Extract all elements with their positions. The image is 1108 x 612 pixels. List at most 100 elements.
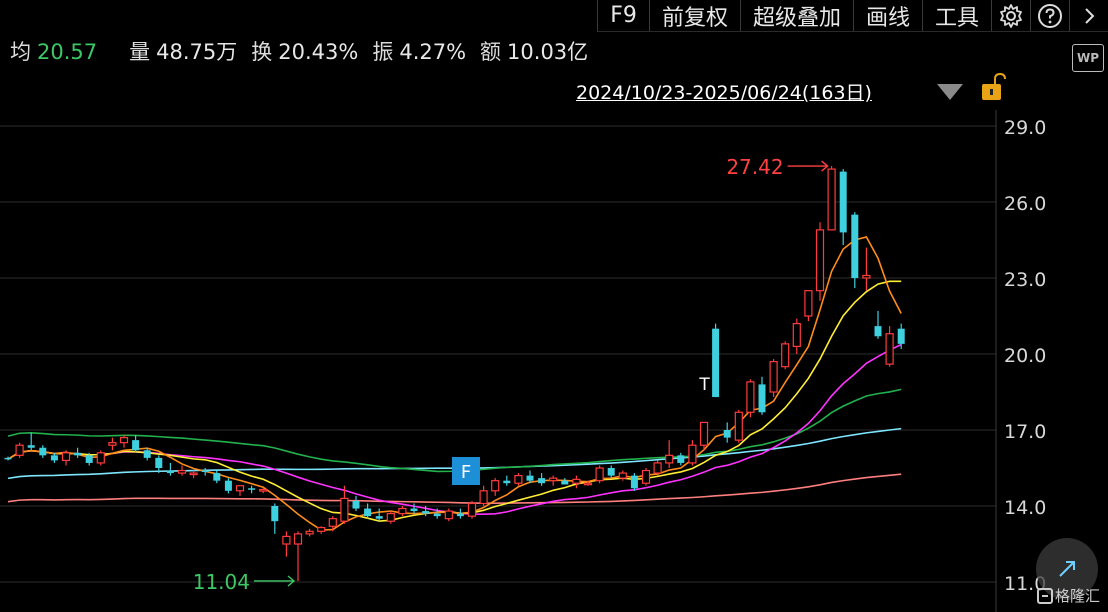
- candle-body: [375, 516, 383, 519]
- candle-body: [108, 442, 117, 446]
- candle: [839, 169, 847, 246]
- expand-icon: [1059, 561, 1075, 577]
- candle: [804, 290, 813, 322]
- candle-body: [503, 480, 511, 484]
- y-tick-label: 26.0: [1004, 193, 1046, 215]
- candle-body: [189, 472, 198, 476]
- candle-body: [653, 462, 662, 474]
- candles: [4, 166, 905, 581]
- candle-body: [723, 430, 731, 438]
- candle: [27, 432, 35, 451]
- ma10-line: [7, 280, 902, 522]
- candle: [688, 440, 697, 466]
- candle-body: [781, 343, 790, 368]
- y-tick-label: 14.0: [1004, 497, 1046, 519]
- candle-body: [839, 171, 847, 233]
- candle-body: [514, 475, 523, 484]
- candle-body: [259, 488, 268, 492]
- candle-body: [618, 472, 627, 479]
- candle: [514, 473, 523, 486]
- candle: [792, 318, 801, 354]
- chart-annotations: 27.42 11.04 F T: [193, 155, 829, 594]
- candle-body: [897, 328, 905, 344]
- candle-body: [456, 513, 464, 517]
- candle-body: [61, 452, 71, 461]
- candle: [201, 468, 209, 476]
- candle: [595, 465, 604, 484]
- candle-body: [874, 326, 882, 337]
- brand-logo-icon: [1036, 587, 1053, 604]
- candle-body: [561, 480, 569, 485]
- candle-body: [317, 526, 326, 532]
- candle-body: [132, 440, 140, 451]
- candle-body: [712, 328, 720, 398]
- candle: [305, 528, 314, 537]
- candle-body: [119, 437, 129, 444]
- candle-body: [792, 323, 801, 348]
- candle-body: [526, 475, 534, 481]
- candle-body: [364, 508, 372, 517]
- candle-body: [4, 457, 12, 460]
- candle: [607, 465, 615, 479]
- candle: [108, 437, 117, 451]
- candle: [177, 465, 187, 476]
- candle-body: [641, 469, 651, 484]
- candle: [467, 500, 477, 519]
- candle-body: [769, 361, 778, 393]
- candle: [665, 440, 674, 468]
- candle: [293, 531, 303, 581]
- candle: [271, 503, 279, 534]
- candle-body: [885, 333, 894, 365]
- candle-body: [224, 480, 232, 491]
- candle: [74, 447, 82, 458]
- candle-body: [422, 511, 430, 514]
- candle-body: [467, 502, 477, 517]
- candle-body: [665, 454, 674, 464]
- candle-body: [155, 457, 163, 468]
- candle-body: [688, 444, 697, 464]
- candle: [851, 212, 859, 289]
- candle: [456, 508, 464, 519]
- candle-body: [201, 470, 209, 473]
- ma20-line: [7, 343, 902, 516]
- candle: [398, 506, 407, 517]
- candle-body: [27, 445, 35, 448]
- candle-body: [398, 507, 407, 515]
- candle: [213, 470, 221, 484]
- candle-body: [293, 533, 303, 545]
- y-tick-label: 29.0: [1004, 117, 1046, 139]
- candle: [352, 495, 360, 512]
- candle-body: [271, 506, 279, 522]
- candle: [235, 485, 245, 496]
- candle: [166, 462, 174, 476]
- candle: [734, 409, 743, 443]
- candle: [746, 379, 755, 418]
- candle: [119, 435, 129, 448]
- candle-body: [699, 421, 709, 446]
- candle: [630, 473, 638, 491]
- range-dropdown-icon[interactable]: [937, 84, 963, 100]
- candle: [61, 450, 71, 466]
- candle-body: [410, 508, 418, 512]
- candle: [815, 222, 825, 301]
- candle: [723, 422, 731, 443]
- candle: [224, 478, 232, 494]
- candle: [677, 452, 685, 466]
- min-price-label: 11.04: [193, 570, 250, 594]
- lock-icon[interactable]: [982, 72, 1006, 100]
- candle: [827, 166, 836, 231]
- max-price-label: 27.42: [726, 155, 783, 179]
- candle: [561, 478, 569, 485]
- candle-body: [177, 469, 187, 474]
- candle-body: [572, 478, 581, 484]
- candle-body: [235, 485, 245, 492]
- candle-body: [815, 229, 825, 292]
- candle-body: [433, 513, 441, 517]
- candle: [155, 455, 163, 474]
- candle-body: [827, 168, 836, 231]
- y-axis: 29.026.023.020.017.014.011.0: [1004, 117, 1046, 595]
- candle-body: [39, 447, 47, 456]
- candle: [248, 485, 256, 494]
- y-tick-label: 23.0: [1004, 269, 1046, 291]
- candle-body: [213, 473, 221, 481]
